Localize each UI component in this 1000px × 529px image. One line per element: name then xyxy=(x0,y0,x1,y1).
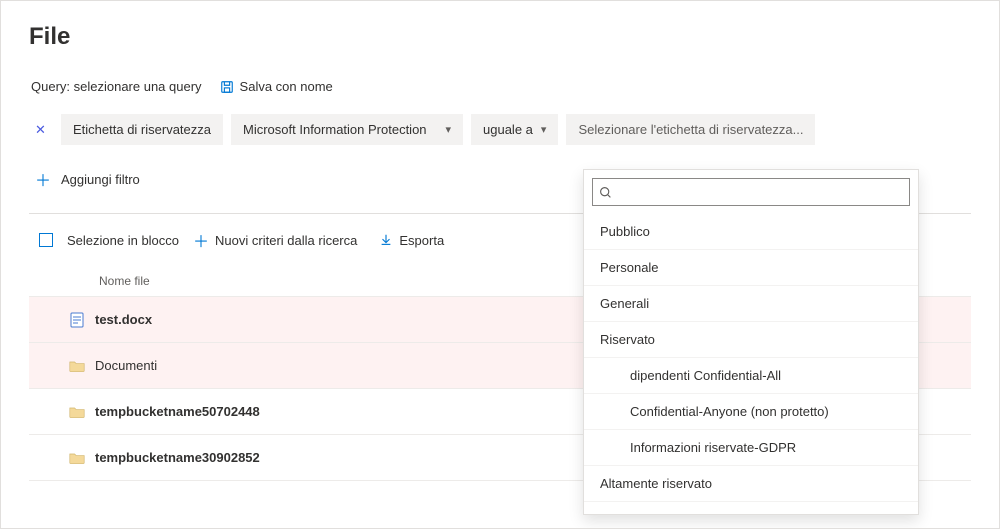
dropdown-option[interactable]: Pubblico xyxy=(584,214,918,250)
save-as-label: Salva con nome xyxy=(240,79,333,94)
bulk-select-label: Selezione in blocco xyxy=(67,233,179,248)
folder-icon xyxy=(59,405,95,419)
plus-icon: ＋ xyxy=(35,167,51,191)
folder-icon xyxy=(59,359,95,373)
remove-filter-button[interactable]: ✕ xyxy=(35,122,53,138)
filter-value-chip[interactable]: Selezionare l'etichetta di riservatezza.… xyxy=(566,114,815,145)
filter-operator-chip[interactable]: uguale a ▾ xyxy=(471,114,558,145)
download-icon xyxy=(379,233,393,247)
filter-operator-label: uguale a xyxy=(483,122,533,137)
save-icon xyxy=(220,80,234,94)
filename-label: test.docx xyxy=(95,312,152,327)
dropdown-option[interactable]: Altamente riservato xyxy=(584,466,918,502)
chevron-down-icon: ▾ xyxy=(541,123,547,136)
dropdown-search-input[interactable] xyxy=(618,184,903,201)
bulk-select-action[interactable]: Selezione in blocco xyxy=(67,233,179,248)
filename-label: Documenti xyxy=(95,358,157,373)
sensitivity-label-dropdown: PubblicoPersonaleGeneraliRiservatodipend… xyxy=(583,169,919,515)
page-title: File xyxy=(29,23,971,51)
bulk-select-checkbox[interactable] xyxy=(39,233,53,247)
export-action[interactable]: Esporta xyxy=(379,233,444,248)
plus-icon: ＋ xyxy=(193,228,209,252)
save-as-link[interactable]: Salva con nome xyxy=(220,79,333,94)
dropdown-option[interactable]: Generali xyxy=(584,286,918,322)
filename-label: tempbucketname50702448 xyxy=(95,404,260,419)
filename-label: tempbucketname30902852 xyxy=(95,450,260,465)
filter-value-placeholder: Selezionare l'etichetta di riservatezza.… xyxy=(578,122,803,137)
export-label: Esporta xyxy=(399,233,444,248)
document-icon xyxy=(59,312,95,328)
filter-attribute-label: Etichetta di riservatezza xyxy=(73,122,211,137)
filter-provider-chip[interactable]: Microsoft Information Protection ▾ xyxy=(231,114,463,145)
dropdown-option[interactable]: Highly Confidential-All Employees xyxy=(584,502,918,514)
dropdown-option[interactable]: Informazioni riservate-GDPR xyxy=(584,430,918,466)
chevron-down-icon: ▾ xyxy=(445,123,451,136)
dropdown-option[interactable]: Personale xyxy=(584,250,918,286)
filter-attribute-chip[interactable]: Etichetta di riservatezza xyxy=(61,114,223,145)
new-policy-label: Nuovi criteri dalla ricerca xyxy=(215,233,357,248)
new-policy-action[interactable]: ＋ Nuovi criteri dalla ricerca xyxy=(193,228,357,252)
add-filter-label: Aggiungi filtro xyxy=(61,172,140,187)
dropdown-option[interactable]: Riservato xyxy=(584,322,918,358)
dropdown-option[interactable]: Confidential-Anyone (non protetto) xyxy=(584,394,918,430)
search-icon xyxy=(599,186,612,199)
filter-provider-label: Microsoft Information Protection xyxy=(243,122,427,137)
column-header-filename-label: Nome file xyxy=(99,274,150,288)
dropdown-search-box[interactable] xyxy=(592,178,910,206)
dropdown-option[interactable]: dipendenti Confidential-All xyxy=(584,358,918,394)
query-label: Query: selezionare una query xyxy=(31,79,202,94)
folder-icon xyxy=(59,451,95,465)
